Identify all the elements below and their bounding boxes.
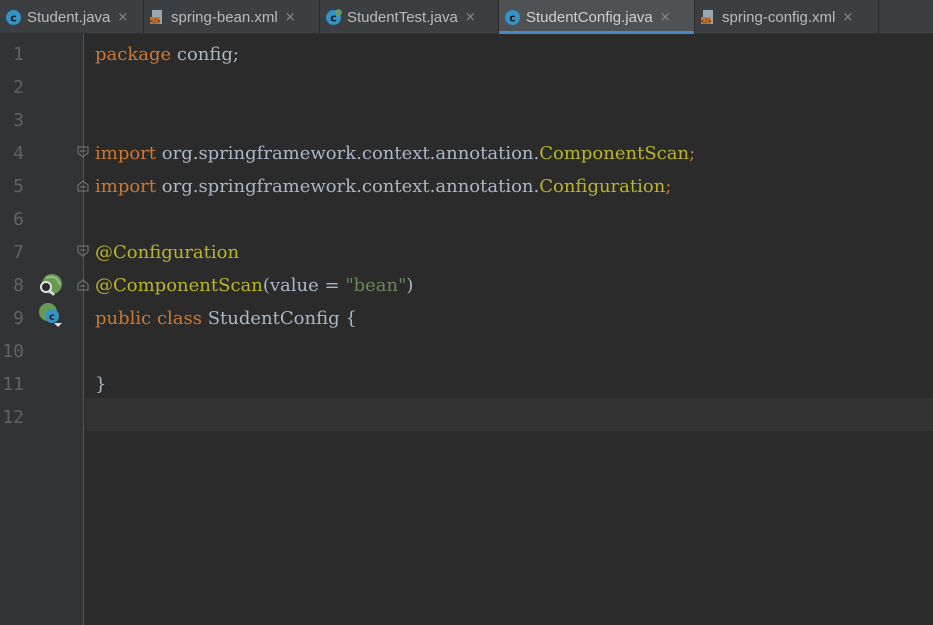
svg-text:</>: </>	[149, 18, 161, 25]
line-number: 6	[13, 209, 24, 230]
import-package: org.springframework.context.annotation.	[156, 176, 540, 197]
keyword: import	[95, 143, 157, 164]
svg-text:</>: </>	[700, 18, 712, 25]
tab-studenttest-java[interactable]: c StudentTest.java ×	[320, 0, 499, 34]
annotation-args: (value =	[262, 275, 346, 296]
code-line-2[interactable]: 2	[0, 71, 933, 104]
tab-label: spring-bean.xml	[171, 8, 278, 26]
import-class: ComponentScan	[539, 143, 690, 164]
line-number: 3	[13, 110, 24, 131]
svg-text:c: c	[49, 312, 55, 323]
code-line-9[interactable]: 9 public class StudentConfig {	[0, 302, 933, 335]
java-class-icon: c	[505, 9, 520, 25]
fold-close-icon[interactable]	[77, 180, 89, 192]
tab-label: Student.java	[27, 8, 111, 26]
semicolon: ;	[689, 143, 696, 164]
svg-text:c: c	[10, 11, 17, 24]
close-icon[interactable]: ×	[842, 11, 853, 24]
semicolon: ;	[665, 176, 672, 197]
string-literal: "bean"	[345, 275, 407, 296]
close-icon[interactable]: ×	[465, 11, 476, 24]
code-line-4[interactable]: 4 import org.springframework.context.ann…	[0, 137, 933, 170]
line-number: 5	[13, 176, 24, 197]
line-number: 4	[13, 143, 24, 164]
line-number: 9	[13, 308, 24, 329]
line-number: 10	[2, 341, 24, 362]
fold-open-icon[interactable]	[77, 245, 89, 257]
package-name: config;	[171, 44, 239, 65]
tab-spring-bean-xml[interactable]: </> spring-bean.xml ×	[144, 0, 320, 34]
tab-label: spring-config.xml	[722, 8, 836, 26]
annotation: @ComponentScan	[95, 275, 263, 296]
code-line-7[interactable]: 7 @Configuration	[0, 236, 933, 269]
code-line-1[interactable]: 1 package config;	[0, 38, 933, 71]
code-line-12[interactable]: 12	[0, 401, 933, 434]
spring-bean-search-icon[interactable]	[37, 272, 63, 298]
annotation: @Configuration	[95, 242, 240, 263]
closing-brace: }	[95, 374, 107, 395]
close-icon[interactable]: ×	[285, 11, 296, 24]
java-class-icon: c	[6, 9, 21, 25]
tab-spring-config-xml[interactable]: </> spring-config.xml ×	[695, 0, 879, 34]
import-class: Configuration	[539, 176, 666, 197]
code-line-8[interactable]: 8 @ComponentScan(value = "bean")	[0, 269, 933, 302]
line-number: 12	[2, 407, 24, 428]
line-number: 8	[13, 275, 24, 296]
fold-open-icon[interactable]	[77, 146, 89, 158]
line-number: 1	[13, 44, 24, 65]
tab-studentconfig-java[interactable]: c StudentConfig.java ×	[499, 0, 695, 34]
keyword: import	[95, 176, 157, 197]
tab-label: StudentConfig.java	[526, 8, 653, 26]
class-declaration: StudentConfig {	[202, 308, 357, 329]
xml-file-icon: </>	[149, 9, 162, 25]
editor-tab-bar: c Student.java × </> spring-bean.xml × c…	[0, 0, 933, 34]
code-line-3[interactable]: 3	[0, 104, 933, 137]
tab-student-java[interactable]: c Student.java ×	[0, 0, 144, 34]
tab-label: StudentTest.java	[347, 8, 458, 26]
code-line-11[interactable]: 11 }	[0, 368, 933, 401]
line-number: 11	[2, 374, 24, 395]
code-line-6[interactable]: 6	[0, 203, 933, 236]
close-icon[interactable]: ×	[117, 11, 128, 24]
code-line-5[interactable]: 5 import org.springframework.context.ann…	[0, 170, 933, 203]
svg-text:c: c	[509, 11, 516, 24]
line-number: 7	[13, 242, 24, 263]
code-line-10[interactable]: 10	[0, 335, 933, 368]
keyword: public class	[95, 308, 202, 329]
code-editor[interactable]: 1 package config; 2 3 4 import org.sprin…	[0, 34, 933, 625]
close-icon[interactable]: ×	[660, 11, 671, 24]
xml-file-icon: </>	[700, 9, 713, 25]
close-paren: )	[406, 275, 414, 296]
fold-close-icon[interactable]	[77, 279, 89, 291]
spring-config-class-icon[interactable]: c	[37, 302, 63, 328]
java-test-class-icon: c	[326, 8, 342, 25]
line-number: 2	[13, 77, 24, 98]
import-package: org.springframework.context.annotation.	[156, 143, 540, 164]
keyword: package	[95, 44, 172, 65]
